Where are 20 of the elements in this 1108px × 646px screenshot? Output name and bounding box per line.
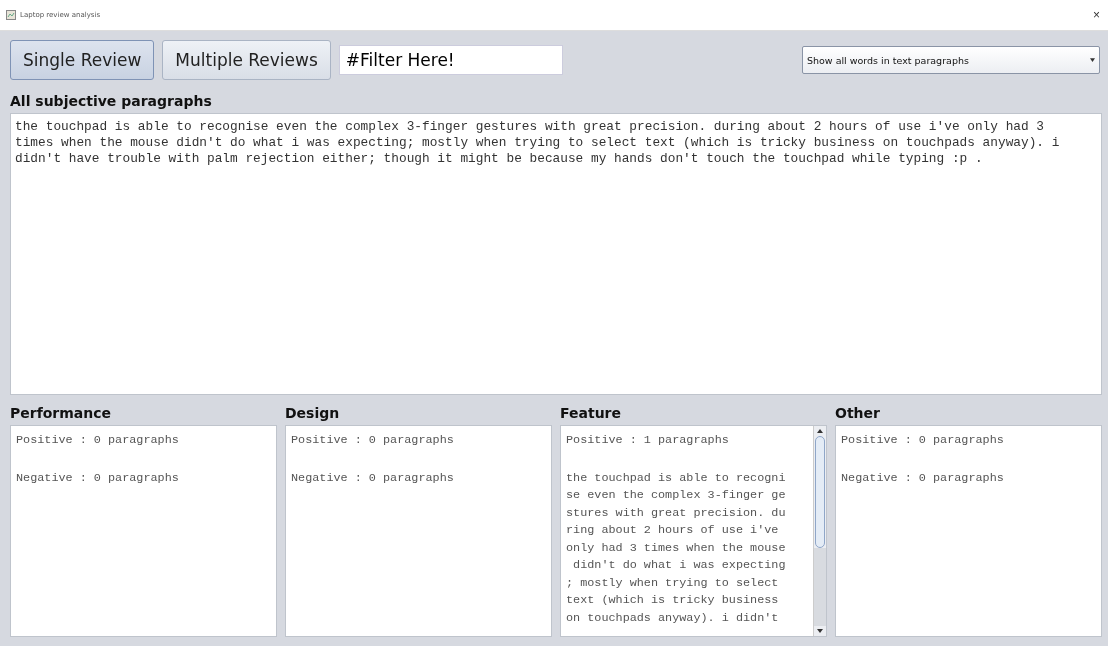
category-text-area[interactable]: Positive : 1 paragraphs the touchpad is able to recogni se even the complex 3-finger ge stures with great precision. du ring about 2 hours of use i've only had 3 times when the mouse didn't do what i was expecting ; mostly when trying to select text (which is tricky business on touchpads anyway). i didn't [560, 425, 827, 637]
scroll-down-icon[interactable] [817, 629, 823, 633]
category-text-area[interactable]: Positive : 0 paragraphs Negative : 0 paragraphs [835, 425, 1102, 637]
category-text-area[interactable]: Positive : 0 paragraphs Negative : 0 paragraphs [285, 425, 552, 637]
category-text-area[interactable]: Positive : 0 paragraphs Negative : 0 paragraphs [10, 425, 277, 637]
scroll-up-icon[interactable] [817, 429, 823, 433]
view-dropdown[interactable]: Show all words in text paragraphs [802, 46, 1100, 74]
app-icon [6, 10, 16, 20]
section-heading: All subjective paragraphs [10, 92, 213, 111]
filter-field[interactable]: #Filter Here! [338, 45, 563, 75]
category-heading: Other [835, 404, 881, 423]
category-heading: Design [285, 404, 341, 423]
tab-button[interactable]: Multiple Reviews [162, 40, 331, 80]
scrollbar[interactable] [813, 426, 826, 636]
category-heading: Performance [10, 404, 113, 423]
tab-button[interactable]: Single Review [10, 40, 155, 80]
dropdown-arrow-icon [1090, 58, 1095, 62]
category-heading: Feature [560, 404, 622, 423]
close-button[interactable]: × [1091, 8, 1102, 22]
paragraphs-text-area[interactable]: the touchpad is able to recognise even the complex 3-finger gestures with great precision. during about 2 hours of use i've only had 3 times when the mouse didn't do what i was expecting; mostly when trying to select text (which is tricky business on touchpads anyway). i didn't have trouble with palm rejection either; though it might be because my hands don't touch the touchpad while typing :p . [10, 113, 1102, 395]
